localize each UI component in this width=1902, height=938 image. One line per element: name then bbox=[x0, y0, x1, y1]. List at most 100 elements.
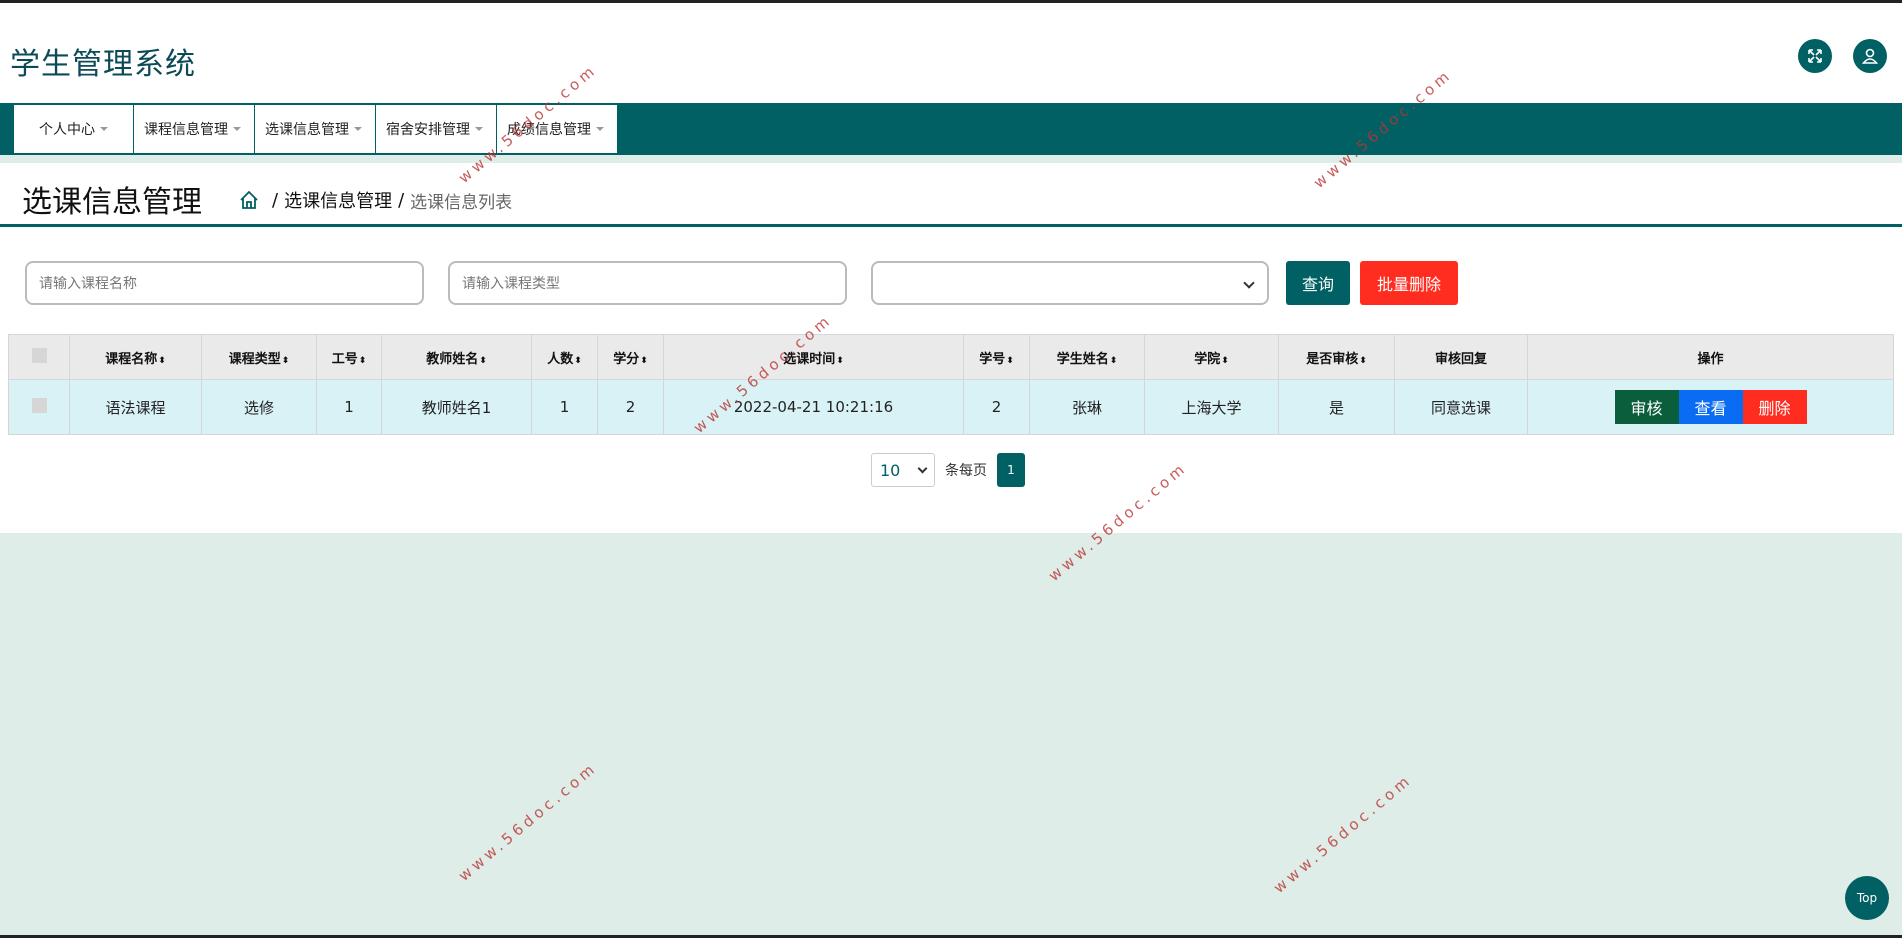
app-frame: 学生管理系统 个人中心 课程信息管理 选课信息管理 宿舍安排管理 成绩信息管理 … bbox=[0, 0, 1902, 938]
caret-down-icon bbox=[475, 127, 483, 131]
sort-icon: ⬍ bbox=[1109, 355, 1118, 366]
page-title: 选课信息管理 bbox=[22, 185, 202, 220]
nav-label: 课程信息管理 bbox=[144, 122, 228, 138]
col-label: 是否审核 bbox=[1306, 351, 1359, 367]
watermark: www.56doc.com bbox=[455, 758, 601, 885]
col-student-no[interactable]: 学号⬍ bbox=[963, 334, 1030, 380]
top-nav: 个人中心 课程信息管理 选课信息管理 宿舍安排管理 成绩信息管理 bbox=[0, 103, 1902, 155]
col-course-name[interactable]: 课程名称⬍ bbox=[69, 334, 202, 380]
cell-college: 上海大学 bbox=[1144, 379, 1279, 435]
nav-item-dorm[interactable]: 宿舍安排管理 bbox=[376, 105, 497, 153]
cell-count: 1 bbox=[531, 379, 598, 435]
sort-icon: ⬍ bbox=[479, 355, 487, 366]
nav-item-personal-center[interactable]: 个人中心 bbox=[14, 105, 134, 153]
row-select-cell bbox=[8, 379, 70, 435]
nav-label: 个人中心 bbox=[39, 122, 95, 138]
col-label: 学生姓名 bbox=[1056, 351, 1109, 367]
course-type-input[interactable]: 请输入课程类型 bbox=[448, 261, 847, 305]
page-number-button[interactable]: 1 bbox=[997, 453, 1025, 487]
main-panel: 选课信息管理 / 选课信息管理 / 选课信息列表 请输入课程名称 请输入课程类型… bbox=[0, 163, 1902, 533]
delete-button[interactable]: 删除 bbox=[1742, 390, 1807, 424]
fullscreen-button[interactable] bbox=[1798, 39, 1832, 73]
cell-credit: 2 bbox=[597, 379, 664, 435]
chevron-down-icon bbox=[917, 463, 928, 474]
select-all-cell bbox=[8, 334, 70, 380]
col-label: 学院 bbox=[1194, 351, 1221, 367]
nav-gap bbox=[0, 155, 1902, 163]
sort-icon: ⬍ bbox=[574, 355, 582, 366]
col-count[interactable]: 人数⬍ bbox=[531, 334, 598, 380]
col-reviewed[interactable]: 是否审核⬍ bbox=[1278, 334, 1395, 380]
breadcrumb-current: 选课信息列表 bbox=[410, 192, 513, 213]
page-size-value: 10 bbox=[880, 460, 901, 480]
cell-student-no: 2 bbox=[963, 379, 1030, 435]
header: 学生管理系统 bbox=[0, 3, 1902, 103]
nav-label: 选课信息管理 bbox=[265, 122, 349, 138]
nav-label: 宿舍安排管理 bbox=[386, 122, 470, 138]
sort-icon: ⬍ bbox=[1359, 355, 1367, 366]
sort-icon: ⬍ bbox=[640, 355, 648, 366]
user-icon bbox=[1861, 48, 1879, 64]
col-label: 学分 bbox=[613, 351, 640, 367]
sort-icon: ⬍ bbox=[281, 355, 290, 366]
watermark: www.56doc.com bbox=[1270, 770, 1416, 897]
back-to-top-button[interactable]: Top bbox=[1845, 876, 1889, 920]
col-label: 课程名称 bbox=[105, 351, 158, 367]
nav-item-course-selection[interactable]: 选课信息管理 bbox=[255, 105, 376, 153]
col-label: 工号 bbox=[331, 351, 358, 367]
review-button[interactable]: 审核 bbox=[1614, 390, 1679, 424]
table-header-row: 课程名称⬍ 课程类型⬍ 工号⬍ 教师姓名⬍ 人数⬍ 学分⬍ 选课时间⬍ 学号⬍ … bbox=[8, 334, 1894, 380]
cell-student-name: 张琳 bbox=[1029, 379, 1145, 435]
home-icon[interactable] bbox=[238, 189, 260, 211]
col-staff-no[interactable]: 工号⬍ bbox=[316, 334, 382, 380]
col-label: 审核回复 bbox=[1434, 351, 1487, 367]
cell-course-name: 语法课程 bbox=[69, 379, 202, 435]
nav-item-course-info[interactable]: 课程信息管理 bbox=[134, 105, 255, 153]
col-student-name[interactable]: 学生姓名⬍ bbox=[1029, 334, 1145, 380]
page-header: 选课信息管理 / 选课信息管理 / 选课信息列表 bbox=[0, 163, 1902, 227]
col-course-type[interactable]: 课程类型⬍ bbox=[201, 334, 317, 380]
pagination: 10 条每页 1 bbox=[871, 453, 1025, 487]
cell-actions: 审核 查看 删除 bbox=[1527, 379, 1894, 435]
sort-icon: ⬍ bbox=[1006, 355, 1014, 366]
col-credit[interactable]: 学分⬍ bbox=[597, 334, 664, 380]
filter-bar: 请输入课程名称 请输入课程类型 查询 批量删除 bbox=[25, 261, 1458, 305]
col-reply: 审核回复 bbox=[1394, 334, 1528, 380]
query-button[interactable]: 查询 bbox=[1286, 261, 1350, 305]
app-title: 学生管理系统 bbox=[10, 47, 196, 82]
cell-teacher-name: 教师姓名1 bbox=[381, 379, 532, 435]
row-checkbox[interactable] bbox=[31, 397, 47, 413]
cell-reviewed: 是 bbox=[1278, 379, 1395, 435]
col-actions: 操作 bbox=[1527, 334, 1894, 380]
page-size-select[interactable]: 10 bbox=[871, 453, 935, 487]
course-name-input[interactable]: 请输入课程名称 bbox=[25, 261, 424, 305]
sort-icon: ⬍ bbox=[358, 355, 367, 366]
col-teacher-name[interactable]: 教师姓名⬍ bbox=[381, 334, 532, 380]
sort-icon: ⬍ bbox=[836, 355, 844, 366]
breadcrumb-section[interactable]: 选课信息管理 bbox=[284, 187, 392, 213]
view-button[interactable]: 查看 bbox=[1678, 390, 1743, 424]
col-label: 教师姓名 bbox=[426, 351, 479, 367]
cell-staff-no: 1 bbox=[316, 379, 382, 435]
cell-course-type: 选修 bbox=[201, 379, 317, 435]
breadcrumb: / 选课信息管理 / 选课信息列表 bbox=[238, 187, 512, 213]
table-row: 语法课程 选修 1 教师姓名1 1 2 2022-04-21 10:21:16 … bbox=[8, 379, 1894, 435]
col-label: 人数 bbox=[547, 351, 574, 367]
select-all-checkbox[interactable] bbox=[31, 347, 47, 363]
caret-down-icon bbox=[354, 127, 362, 131]
batch-delete-button[interactable]: 批量删除 bbox=[1360, 261, 1458, 305]
col-label: 课程类型 bbox=[228, 351, 281, 367]
page-size-label: 条每页 bbox=[945, 463, 987, 479]
filter-select[interactable] bbox=[871, 261, 1269, 305]
course-selection-table: 课程名称⬍ 课程类型⬍ 工号⬍ 教师姓名⬍ 人数⬍ 学分⬍ 选课时间⬍ 学号⬍ … bbox=[8, 334, 1894, 435]
caret-down-icon bbox=[596, 127, 604, 131]
col-college[interactable]: 学院⬍ bbox=[1144, 334, 1279, 380]
col-label: 操作 bbox=[1697, 351, 1724, 367]
user-button[interactable] bbox=[1853, 39, 1887, 73]
breadcrumb-separator: / bbox=[272, 189, 279, 211]
sort-icon: ⬍ bbox=[158, 355, 166, 366]
sort-icon: ⬍ bbox=[1221, 355, 1229, 366]
breadcrumb-separator: / bbox=[398, 189, 405, 211]
caret-down-icon bbox=[100, 127, 108, 131]
fullscreen-icon bbox=[1808, 49, 1822, 63]
